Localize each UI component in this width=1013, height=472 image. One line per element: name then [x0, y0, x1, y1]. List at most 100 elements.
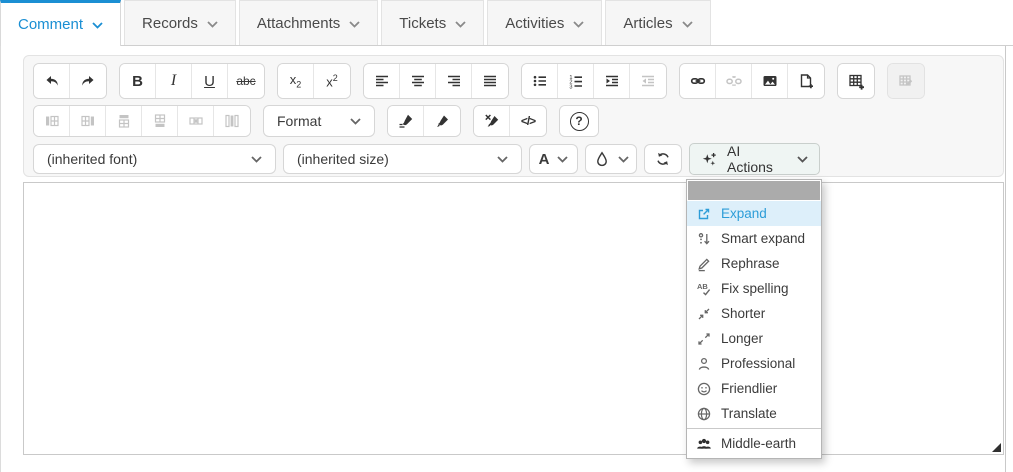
link-button[interactable] — [680, 64, 716, 98]
menu-item-professional[interactable]: Professional — [687, 351, 821, 376]
apply-formatting-button[interactable] — [424, 106, 460, 136]
expand-arrows-icon — [696, 331, 712, 347]
menu-item-fix-spelling[interactable]: AB Fix spelling — [687, 276, 821, 301]
insert-column-left-button — [34, 106, 70, 136]
resize-handle[interactable] — [992, 443, 1001, 452]
chevron-down-icon — [349, 21, 360, 28]
insert-table-button[interactable] — [838, 64, 874, 98]
image-icon — [762, 73, 778, 89]
tab-label: Attachments — [257, 15, 340, 32]
font-size-dropdown[interactable]: (inherited size) — [283, 144, 522, 174]
copy-formatting-button[interactable] — [388, 106, 424, 136]
menu-item-label: Smart expand — [721, 231, 805, 246]
toolbar-row-3: (inherited font) (inherited size) A AI A… — [33, 143, 994, 175]
menu-item-shorter[interactable]: Shorter — [687, 301, 821, 326]
insert-table-icon — [848, 73, 865, 90]
bold-button[interactable]: B — [120, 64, 156, 98]
text-color-dropdown[interactable]: A — [529, 144, 578, 174]
menu-item-label: Rephrase — [721, 256, 780, 271]
spellcheck-icon: AB — [696, 281, 712, 297]
tab-articles[interactable]: Articles — [605, 0, 710, 45]
svg-text:AB: AB — [697, 282, 708, 291]
menu-item-longer[interactable]: Longer — [687, 326, 821, 351]
strikethrough-button[interactable]: abc — [228, 64, 264, 98]
text-style-group: B I U abc — [119, 63, 265, 99]
align-center-button[interactable] — [400, 64, 436, 98]
tab-records[interactable]: Records — [124, 0, 236, 45]
bulleted-list-button[interactable] — [522, 64, 558, 98]
tab-attachments[interactable]: Attachments — [239, 0, 378, 45]
chevron-down-icon — [573, 21, 584, 28]
insert-column-right-button — [70, 106, 106, 136]
menu-item-translate[interactable]: Translate — [687, 401, 821, 426]
tab-label: Records — [142, 15, 198, 32]
tab-label: Articles — [623, 15, 672, 32]
font-size-value: (inherited size) — [297, 151, 389, 167]
insert-column-right-icon — [80, 113, 96, 129]
indent-button[interactable] — [594, 64, 630, 98]
tab-activities[interactable]: Activities — [487, 0, 602, 45]
undo-button[interactable] — [34, 64, 70, 98]
editor-content[interactable] — [23, 182, 1004, 455]
menu-item-label: Translate — [721, 406, 777, 421]
alignment-group — [363, 63, 509, 99]
underline-button[interactable]: U — [192, 64, 228, 98]
new-page-button[interactable] — [788, 64, 824, 98]
help-button[interactable]: ? — [560, 106, 598, 136]
align-right-button[interactable] — [436, 64, 472, 98]
insert-row-below-icon — [152, 113, 168, 129]
delete-column-icon — [224, 113, 240, 129]
menu-blank-item — [688, 181, 820, 200]
collapse-arrows-icon — [696, 306, 712, 322]
insert-row-below-button — [142, 106, 178, 136]
ai-actions-label: AI Actions — [727, 143, 786, 175]
numbered-list-button[interactable]: 123 — [558, 64, 594, 98]
subscript-button[interactable]: x2 — [278, 64, 314, 98]
source-code-button[interactable]: </> — [510, 106, 546, 136]
chevron-down-icon — [350, 118, 361, 125]
droplet-icon — [594, 151, 610, 167]
help-icon: ? — [570, 112, 589, 131]
menu-item-rephrase[interactable]: Rephrase — [687, 251, 821, 276]
svg-text:3: 3 — [569, 84, 572, 89]
insert-image-button[interactable] — [752, 64, 788, 98]
menu-item-smart-expand[interactable]: Smart expand — [687, 226, 821, 251]
menu-item-label: Professional — [721, 356, 795, 371]
format-dropdown[interactable]: Format — [263, 105, 375, 137]
font-family-dropdown[interactable]: (inherited font) — [33, 144, 276, 174]
indent-icon — [604, 73, 620, 89]
background-color-dropdown[interactable] — [585, 144, 637, 174]
text-color-icon: A — [539, 151, 550, 168]
pencil-icon — [696, 256, 712, 272]
italic-button[interactable]: I — [156, 64, 192, 98]
insert-column-left-icon — [44, 113, 60, 129]
menu-item-middle-earth[interactable]: Middle-earth — [687, 431, 821, 456]
align-center-icon — [410, 73, 426, 89]
align-left-button[interactable] — [364, 64, 400, 98]
table-insert-group — [837, 63, 875, 99]
table-properties-group — [887, 63, 925, 99]
ai-actions-button[interactable]: AI Actions — [689, 143, 820, 175]
chevron-down-icon — [557, 156, 568, 163]
remove-format-button[interactable] — [474, 106, 510, 136]
align-justify-icon — [482, 73, 498, 89]
menu-item-friendlier[interactable]: Friendlier — [687, 376, 821, 401]
refresh-button[interactable] — [644, 144, 682, 174]
ai-actions-menu: Expand Smart expand Rephrase AB Fix spel… — [686, 179, 822, 459]
unlink-icon — [726, 73, 742, 89]
superscript-button[interactable]: x2 — [314, 64, 350, 98]
tab-label: Tickets — [399, 15, 446, 32]
new-page-icon — [798, 73, 814, 89]
format-painter-icon — [434, 113, 450, 129]
menu-item-label: Expand — [721, 206, 767, 221]
table-properties-button — [888, 64, 924, 98]
redo-button[interactable] — [70, 64, 106, 98]
refresh-icon — [655, 151, 671, 167]
tab-tickets[interactable]: Tickets — [381, 0, 484, 45]
font-family-value: (inherited font) — [47, 151, 137, 167]
align-justify-button[interactable] — [472, 64, 508, 98]
chevron-down-icon — [455, 21, 466, 28]
tab-comment[interactable]: Comment — [0, 0, 121, 46]
menu-item-expand[interactable]: Expand — [687, 201, 821, 226]
chevron-down-icon — [618, 156, 629, 163]
